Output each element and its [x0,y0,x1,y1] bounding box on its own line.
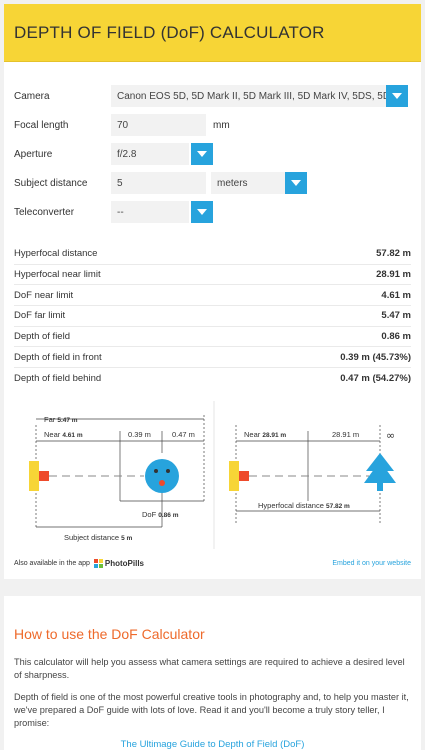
hyper-mid-label: 28.91 m [332,430,359,439]
camera-body-icon [29,461,39,491]
dof-diagrams-svg: Far 5.47 m Near 4.61 m 0.39 m 0.47 m DoF… [29,401,396,549]
focal-length-unit: mm [213,120,230,131]
distance-unit-select[interactable]: meters [211,172,287,194]
far-label: Far 5.47 m [44,415,78,424]
camera-select[interactable]: Canon EOS 5D, 5D Mark II, 5D Mark III, 5… [111,85,388,107]
near-label: Near 4.61 m [44,430,83,439]
dof-label: DoF 0.86 m [142,510,179,519]
result-row: DoF far limit 5.47 m [14,306,411,327]
teleconverter-select[interactable]: -- [111,201,189,223]
camera-body-icon [229,461,239,491]
result-label: Depth of field [14,331,70,343]
infinity-label: ∞ [386,429,395,442]
howto-title: How to use the DoF Calculator [14,626,205,642]
lens-icon [39,471,49,481]
teleconverter-dropdown-button[interactable] [191,201,213,223]
hyper-near-label: Near 28.91 m [244,430,286,439]
result-row: Depth of field in front 0.39 m (45.73%) [14,347,411,369]
distance-unit-dropdown-button[interactable] [285,172,307,194]
page-header: DEPTH OF FIELD (DoF) CALCULATOR [4,4,421,62]
howto-paragraph: This calculator will help you assess wha… [14,657,405,680]
tree-icon [364,453,396,491]
subject-distance-caption: Subject distance 5 m [64,533,133,542]
result-row: Depth of field behind 0.47 m (54.27%) [14,368,411,389]
embed-link[interactable]: Embed it on your website [332,560,411,567]
aperture-dropdown-button[interactable] [191,143,213,165]
result-label: Hyperfocal distance [14,248,98,260]
app-footer: Also available in the app PhotoPills Emb… [14,559,411,568]
chevron-down-icon [197,151,207,157]
chevron-down-icon [392,93,402,99]
photopills-name: PhotoPills [104,559,145,568]
front-label: 0.39 m [128,430,151,439]
hyperfocal-caption: Hyperfocal distance 57.82 m [258,501,350,510]
result-label: DoF near limit [14,289,74,301]
result-label: Hyperfocal near limit [14,269,101,281]
diagrams: Far 5.47 m Near 4.61 m 0.39 m 0.47 m DoF… [14,401,411,549]
result-row: Hyperfocal near limit 28.91 m [14,265,411,286]
result-label: Depth of field behind [14,372,102,384]
dof-diagram: Far 5.47 m Near 4.61 m 0.39 m 0.47 m DoF… [29,415,205,542]
aperture-select[interactable]: f/2.8 [111,143,189,165]
result-label: DoF far limit [14,310,66,322]
calculator-card: DEPTH OF FIELD (DoF) CALCULATOR Camera C… [4,4,421,750]
available-text: Also available in the app [14,560,90,567]
result-label: Depth of field in front [14,351,102,363]
results-table: Hyperfocal distance 57.82 m Hyperfocal ne… [14,244,411,389]
result-value: 28.91 m [376,269,411,281]
camera-label: Camera [14,91,50,102]
result-value: 57.82 m [376,248,411,260]
settings-form: Camera Canon EOS 5D, 5D Mark II, 5D Mark… [4,62,421,232]
subject-distance-label: Subject distance [14,178,88,189]
subject-distance-input[interactable]: 5 [111,172,206,194]
camera-dropdown-button[interactable] [386,85,408,107]
focal-length-label: Focal length [14,120,69,131]
subject-face-icon [145,459,179,493]
focal-length-input[interactable]: 70 [111,114,206,136]
teleconverter-label: Teleconverter [14,207,75,218]
howto-paragraph: Depth of field is one of the most powerf… [14,692,409,728]
result-row: Hyperfocal distance 57.82 m [14,244,411,265]
photopills-logo-icon [93,559,103,568]
result-value: 4.61 m [381,289,411,301]
chevron-down-icon [197,209,207,215]
result-value: 5.47 m [381,310,411,322]
page-title: DEPTH OF FIELD (DoF) CALCULATOR [14,22,325,42]
photopills-link[interactable]: PhotoPills [93,559,145,568]
howto-section: How to use the DoF Calculator This calcu… [14,626,411,750]
result-row: DoF near limit 4.61 m [14,285,411,307]
available-in-app: Also available in the app PhotoPills [14,559,144,568]
lens-icon [239,471,249,481]
dof-guide-link[interactable]: The Ultimage Guide to Depth of Field (Do… [14,739,411,750]
result-value: 0.47 m (54.27%) [340,372,411,384]
result-value: 0.39 m (45.73%) [340,351,411,363]
behind-label: 0.47 m [172,430,195,439]
aperture-label: Aperture [14,149,53,160]
chevron-down-icon [291,180,301,186]
hyperfocal-diagram: Near 28.91 m 28.91 m ∞ Hyperfocal distan… [229,425,396,523]
result-row: Depth of field 0.86 m [14,327,411,348]
result-value: 0.86 m [381,331,411,343]
section-divider [4,579,421,596]
